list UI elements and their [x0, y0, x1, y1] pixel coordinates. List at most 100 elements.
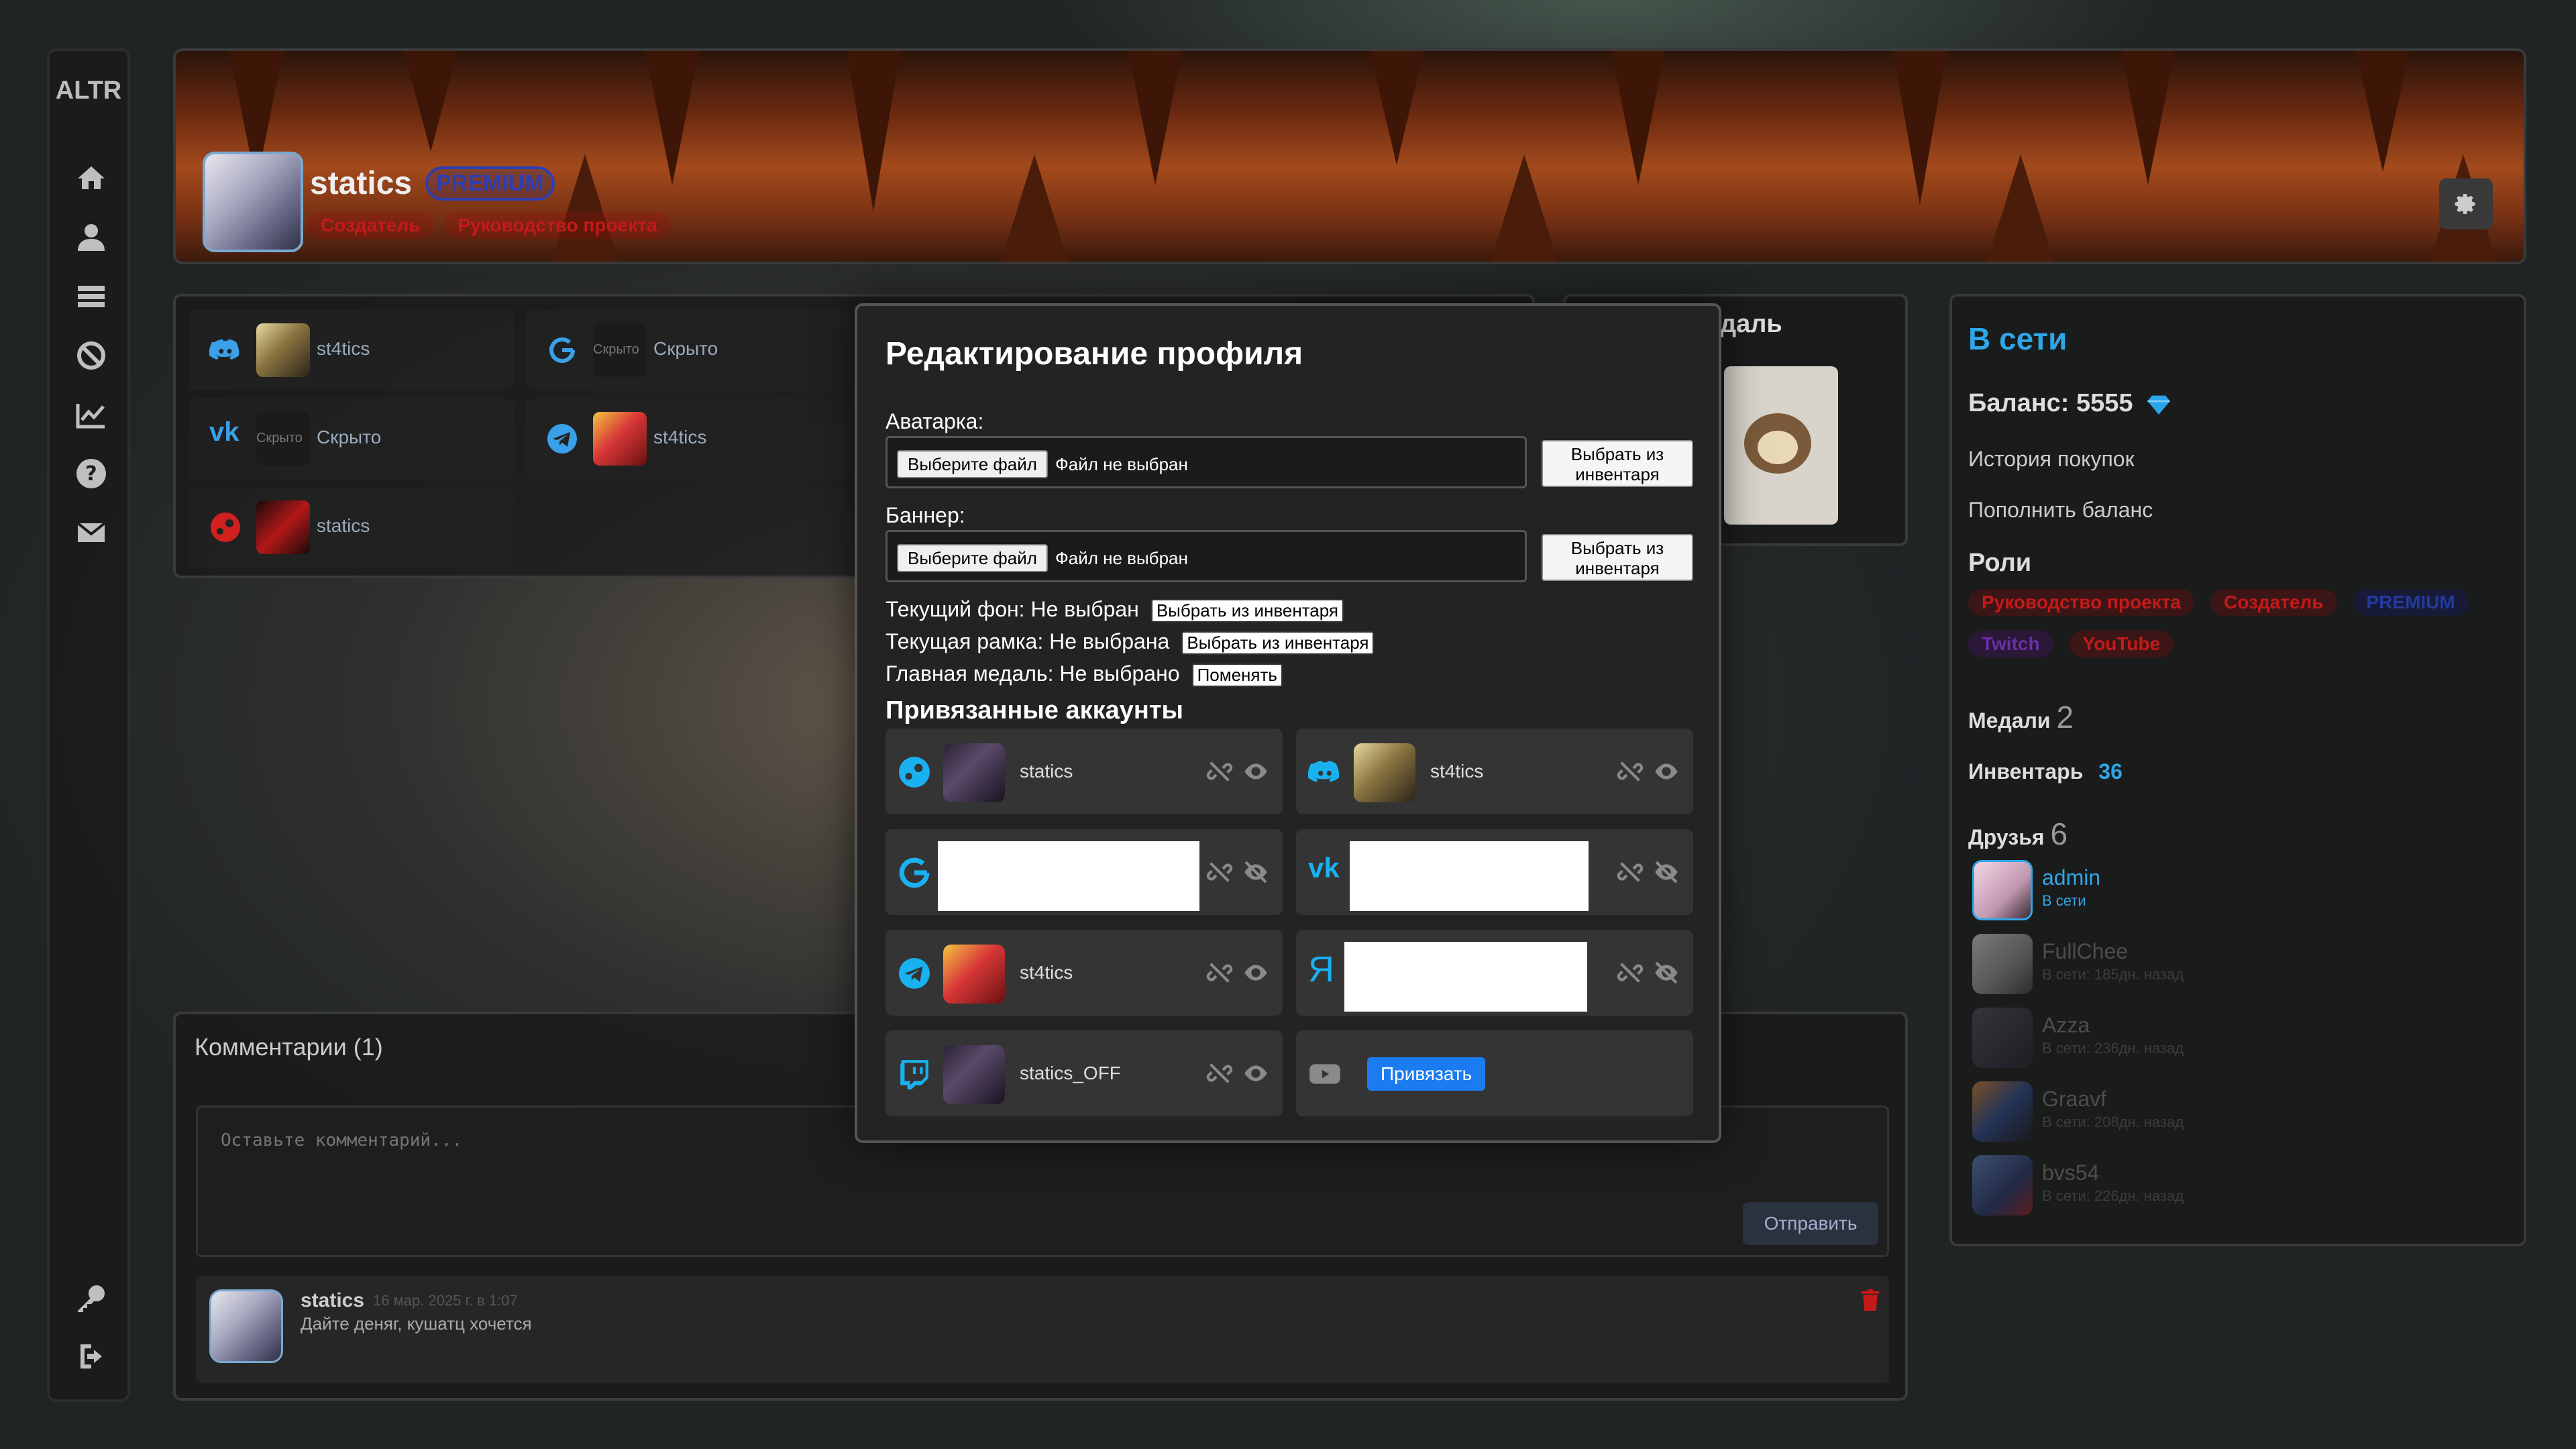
background-text: Текущий фон: Не выбран — [885, 597, 1139, 621]
friend-avatar — [1972, 1008, 2033, 1068]
friend-item[interactable]: FullChee В сети: 185дн. назад — [1972, 930, 2375, 997]
eye-off-icon[interactable] — [1653, 959, 1680, 986]
unlink-icon[interactable] — [1617, 859, 1644, 885]
sidebar: ALTR ? — [47, 48, 130, 1402]
eye-icon[interactable] — [1242, 1060, 1269, 1087]
social-avatar — [256, 323, 310, 377]
friends-count: Друзья 6 — [1968, 816, 2068, 852]
choose-file-button[interactable]: Выберите файл — [897, 544, 1048, 572]
unlink-icon[interactable] — [1617, 758, 1644, 785]
friend-name: admin — [2042, 865, 2101, 890]
social-steam[interactable]: statics — [189, 487, 514, 568]
comment-avatar — [209, 1289, 283, 1363]
diamond-icon — [2147, 395, 2170, 415]
role-badge: Twitch — [1968, 631, 2053, 657]
social-avatar — [593, 412, 647, 466]
profile-roles: Создатель Руководство проекта — [307, 212, 671, 239]
friend-item[interactable]: admin В сети — [1972, 856, 2375, 923]
chart-icon[interactable] — [75, 398, 107, 431]
comments-title: Комментарии (1) — [195, 1033, 383, 1061]
bind-button[interactable]: Привязать — [1367, 1057, 1486, 1091]
social-avatar: Скрыто — [256, 412, 310, 466]
social-google[interactable]: Скрыто Скрыто — [526, 310, 851, 390]
steam-icon — [211, 513, 240, 542]
unlink-icon[interactable] — [1206, 859, 1233, 885]
friend-name: Azza — [2042, 1013, 2090, 1037]
social-discord[interactable]: st4tics — [189, 310, 514, 390]
unlink-icon[interactable] — [1617, 959, 1644, 986]
friend-item[interactable]: Graavf В сети: 208дн. назад — [1972, 1077, 2375, 1144]
friend-avatar — [1972, 1081, 2033, 1142]
medal-image[interactable] — [1724, 366, 1838, 525]
frame-inventory-button[interactable]: Выбрать из инвентаря — [1181, 631, 1375, 655]
account-avatar — [943, 743, 1005, 802]
friend-avatar — [1972, 860, 2033, 920]
friend-item[interactable]: bvs54 В сети: 226дн. назад — [1972, 1151, 2375, 1218]
role-badge: YouTube — [2069, 631, 2174, 657]
social-telegram[interactable]: st4tics — [526, 398, 851, 479]
account-name: st4tics — [1020, 962, 1073, 983]
friend-status: В сети: 226дн. назад — [2042, 1187, 2184, 1204]
unlink-icon[interactable] — [1206, 1060, 1233, 1087]
key-icon[interactable] — [75, 1283, 107, 1315]
eye-icon[interactable] — [1653, 758, 1680, 785]
topup-link[interactable]: Пополнить баланс — [1968, 498, 2153, 523]
profile-avatar — [203, 152, 303, 252]
medals-count[interactable]: Медали 2 — [1968, 699, 2074, 735]
google-icon — [899, 857, 930, 888]
avatar-file-input[interactable]: Выберите файл Файл не выбран — [885, 436, 1527, 488]
roles-title: Роли — [1968, 549, 2032, 577]
eye-icon[interactable] — [1242, 758, 1269, 785]
trash-icon[interactable] — [1861, 1289, 1880, 1311]
banner-label: Баннер: — [885, 503, 965, 527]
avatar-label: Аватарка: — [885, 409, 984, 433]
social-name: Скрыто — [653, 338, 718, 359]
banner-inventory-button[interactable]: Выбрать из инвентаря — [1542, 534, 1693, 581]
account-name: st4tics — [1430, 761, 1484, 782]
purchase-history-link[interactable]: История покупок — [1968, 447, 2135, 472]
steam-icon — [899, 757, 930, 788]
unlink-icon[interactable] — [1206, 959, 1233, 986]
mail-icon[interactable] — [75, 517, 107, 549]
settings-button[interactable] — [2439, 178, 2493, 229]
friend-avatar — [1972, 934, 2033, 994]
change-medal-button[interactable]: Поменять — [1191, 663, 1283, 688]
telegram-icon — [547, 424, 577, 453]
eye-off-icon[interactable] — [1653, 859, 1680, 885]
friend-avatar — [1972, 1155, 2033, 1216]
comment-author[interactable]: statics — [301, 1289, 364, 1312]
hidden-label: Скрыто — [256, 431, 303, 445]
choose-file-button[interactable]: Выберите файл — [897, 450, 1048, 478]
friends-number: 6 — [2050, 816, 2068, 851]
help-icon[interactable]: ? — [75, 458, 107, 490]
ban-icon[interactable] — [75, 339, 107, 372]
eye-icon[interactable] — [1242, 959, 1269, 986]
telegram-icon — [899, 958, 930, 989]
unlink-icon[interactable] — [1206, 758, 1233, 785]
svg-text:?: ? — [85, 462, 97, 486]
social-vk[interactable]: vk Скрыто Скрыто — [189, 398, 514, 479]
inventory-count[interactable]: Инвентарь 36 — [1968, 759, 2123, 784]
account-hidden-block — [938, 841, 1199, 911]
gear-icon — [2455, 194, 2475, 214]
avatar-inventory-button[interactable]: Выбрать из инвентаря — [1542, 440, 1693, 487]
vk-icon: vk — [1308, 852, 1340, 883]
modal-title: Редактирование профиля — [885, 336, 1303, 372]
friend-item[interactable]: Azza В сети: 236дн. назад — [1972, 1004, 2375, 1071]
linked-youtube: Привязать — [1296, 1030, 1693, 1116]
eye-off-icon[interactable] — [1242, 859, 1269, 885]
comment-item: statics 16 мар. 2025 г. в 1:07 Дайте ден… — [196, 1276, 1889, 1383]
account-hidden-block — [1344, 942, 1587, 1012]
friend-status: В сети — [2042, 892, 2086, 909]
inventory-number: 36 — [2098, 759, 2123, 784]
background-inventory-button[interactable]: Выбрать из инвентаря — [1150, 599, 1344, 623]
list-icon[interactable] — [75, 280, 107, 313]
home-icon[interactable] — [75, 162, 107, 195]
frame-text: Текущая рамка: Не выбрана — [885, 629, 1170, 653]
profile-icon[interactable] — [75, 221, 107, 254]
banner-file-input[interactable]: Выберите файл Файл не выбран — [885, 530, 1527, 582]
discord-icon — [209, 339, 239, 360]
role-badge: PREMIUM — [2353, 589, 2469, 616]
send-button[interactable]: Отправить — [1743, 1202, 1878, 1245]
logout-icon[interactable] — [75, 1340, 107, 1373]
